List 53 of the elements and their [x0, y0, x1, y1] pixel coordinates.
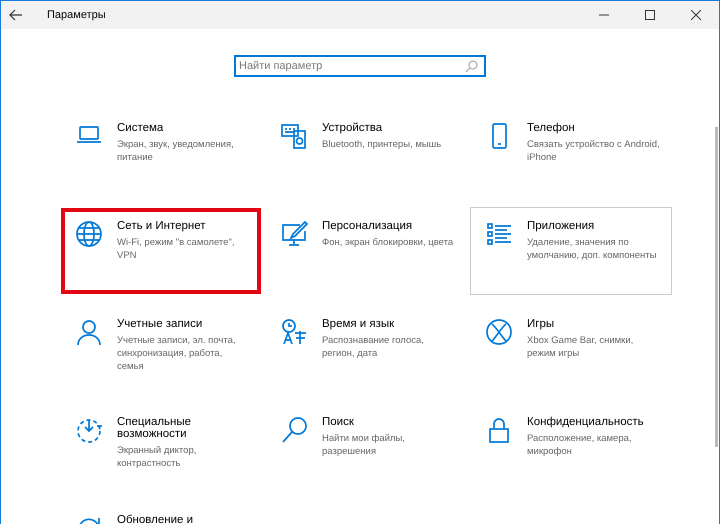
tile-description: Xbox Game Bar, снимки, режим игры [527, 334, 634, 360]
settings-tile[interactable]: Сеть и Интернет Wi-Fi, режим "в самолете", VPN [61, 208, 261, 294]
back-arrow-icon [9, 9, 23, 21]
tile-description: Фон, экран блокировки, цвета [322, 236, 454, 249]
settings-tile[interactable]: Конфиденциальность Расположение, камера, микрофон [471, 404, 671, 490]
tile-description: Распознавание голоса, регион, дата [322, 334, 425, 360]
tile-description: Экранный диктор, контрастность [117, 444, 198, 470]
tile-title: Время и язык [322, 318, 396, 330]
tile-title: Сеть и Интернет [117, 220, 207, 232]
search-field[interactable]: Найти параметр [234, 55, 486, 77]
tile-description: Найти мои файлы, разрешения [322, 432, 406, 458]
tile-description: Wi-Fi, режим "в самолете", VPN [117, 236, 236, 262]
maximize-icon [645, 10, 655, 20]
settings-tile[interactable]: Устройства Bluetooth, принтеры, мышь [266, 110, 466, 196]
window-title: Параметры [47, 8, 106, 23]
settings-tile[interactable]: Поиск Найти мои файлы, разрешения [266, 404, 466, 490]
settings-tile[interactable]: Игры Xbox Game Bar, снимки, режим игры [471, 306, 671, 392]
scrollbar[interactable] [715, 127, 718, 447]
tile-title: Телефон [527, 122, 576, 134]
tile-title: Персонализация [322, 220, 414, 232]
settings-tile[interactable]: Система Экран, звук, уведомления, питание [61, 110, 261, 196]
tile-title: Учетные записи [117, 318, 204, 330]
tile-title: Устройства [322, 122, 384, 134]
monitor-brush-icon [280, 220, 308, 248]
settings-tile[interactable]: Учетные записи Учетные записи, эл. почта, синхронизация, работа, семья [61, 306, 261, 392]
settings-tile[interactable]: Приложения Удаление, значения по умолчанию, доп. компоненты [471, 208, 671, 294]
tile-description: Связать устройство с Android, iPhone [527, 138, 661, 164]
tile-description: Учетные записи, эл. почта, синхронизация, работа, семья [117, 334, 237, 373]
tile-description: Расположение, камера, микрофон [527, 432, 633, 458]
search-icon [280, 416, 308, 444]
tile-title: Конфиденциальность [527, 416, 645, 428]
tile-description: Экран, звук, уведомления, питание [117, 138, 235, 164]
tile-title: Специальные возможности [117, 416, 192, 440]
settings-tile[interactable]: Время и язык Распознавание голоса, регион, дата [266, 306, 466, 392]
tile-title: Поиск [322, 416, 355, 428]
search-icon [465, 60, 478, 73]
tile-title: Обновление и [117, 514, 194, 524]
tile-title: Приложения [527, 220, 596, 232]
list-icon [485, 220, 513, 248]
settings-tile[interactable]: Обновление и [61, 502, 261, 524]
settings-tile[interactable]: Специальные возможности Экранный диктор, контрастность [61, 404, 261, 490]
globe-icon [75, 220, 103, 248]
settings-tile[interactable]: Телефон Связать устройство с Android, iPhone [471, 110, 671, 196]
keyboard-speaker-icon [280, 122, 308, 150]
tile-description: Удаление, значения по умолчанию, доп. компоненты [527, 236, 658, 262]
clock-letters-icon [280, 318, 308, 346]
x-circle-icon [485, 318, 513, 346]
settings-tile[interactable]: Персонализация Фон, экран блокировки, цвета [266, 208, 466, 294]
tile-title: Система [117, 122, 164, 134]
tile-title: Игры [527, 318, 556, 330]
close-icon [691, 10, 701, 20]
person-icon [75, 318, 103, 346]
tile-description: Bluetooth, принтеры, мышь [322, 138, 442, 151]
